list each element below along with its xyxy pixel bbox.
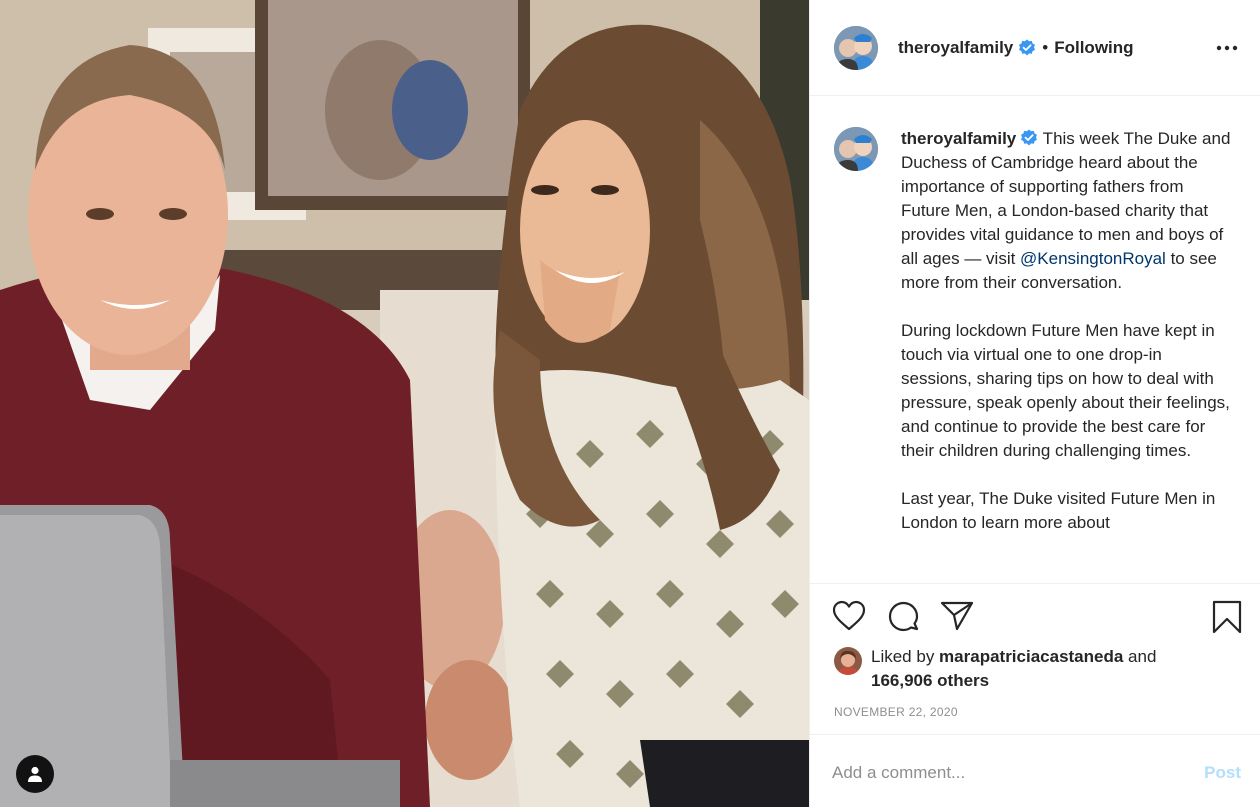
mention-link[interactable]: @KensingtonRoyal	[1020, 249, 1166, 268]
likes-connector: and	[1123, 647, 1157, 666]
comment-button[interactable]	[887, 600, 921, 639]
likes-text: Liked by marapatriciacastaneda and 166,9…	[871, 645, 1156, 693]
comment-bar: Post	[810, 734, 1260, 807]
caption-text: theroyalfamily This week The Duke and Du…	[901, 127, 1231, 535]
heart-icon	[832, 600, 866, 631]
post-details-panel: theroyalfamily • Following theroyalfamil…	[809, 0, 1260, 807]
post-comment-button[interactable]: Post	[1204, 763, 1241, 783]
post-header: theroyalfamily • Following	[810, 0, 1260, 96]
verified-badge-icon	[1019, 39, 1036, 55]
user-tag-icon	[28, 766, 42, 782]
account-avatar[interactable]	[834, 25, 878, 70]
verified-badge-icon	[1021, 129, 1038, 146]
more-options-icon	[1216, 45, 1238, 51]
more-options-button[interactable]	[1215, 36, 1239, 65]
photo-illustration	[0, 0, 809, 807]
avatar-image	[834, 127, 878, 171]
likes-count[interactable]: 166,906 others	[871, 671, 989, 690]
caption-avatar[interactable]	[834, 127, 878, 171]
save-button[interactable]	[1211, 600, 1243, 639]
post-date[interactable]: NOVEMBER 22, 2020	[834, 705, 958, 719]
liker-username[interactable]: marapatriciacastaneda	[939, 647, 1123, 666]
caption-username[interactable]: theroyalfamily	[901, 129, 1016, 148]
action-bar	[810, 583, 1260, 649]
share-button[interactable]	[940, 600, 974, 637]
avatar-image	[834, 647, 862, 675]
share-icon	[940, 601, 974, 631]
caption-body-1: This week The Duke and Duchess of Cambri…	[901, 129, 1236, 268]
caption-scroll-area[interactable]: theroyalfamily This week The Duke and Du…	[810, 97, 1260, 583]
following-button[interactable]: Following	[1054, 38, 1133, 58]
bookmark-icon	[1212, 600, 1242, 634]
liker-avatar[interactable]	[834, 647, 862, 675]
caption-body-2: to see more from their conversation. Dur…	[901, 249, 1230, 532]
caption-row: theroyalfamily This week The Duke and Du…	[834, 127, 1237, 535]
account-username[interactable]: theroyalfamily	[898, 38, 1013, 58]
like-button[interactable]	[832, 600, 866, 637]
header-separator: •	[1042, 37, 1049, 57]
post-photo[interactable]	[0, 0, 809, 807]
comment-icon	[888, 601, 919, 632]
tagged-users-button[interactable]	[16, 755, 54, 793]
avatar-image	[834, 25, 878, 70]
likes-prefix: Liked by	[871, 647, 940, 666]
likes-summary: Liked by marapatriciacastaneda and 166,9…	[834, 645, 1244, 693]
comment-input[interactable]	[832, 759, 1162, 787]
